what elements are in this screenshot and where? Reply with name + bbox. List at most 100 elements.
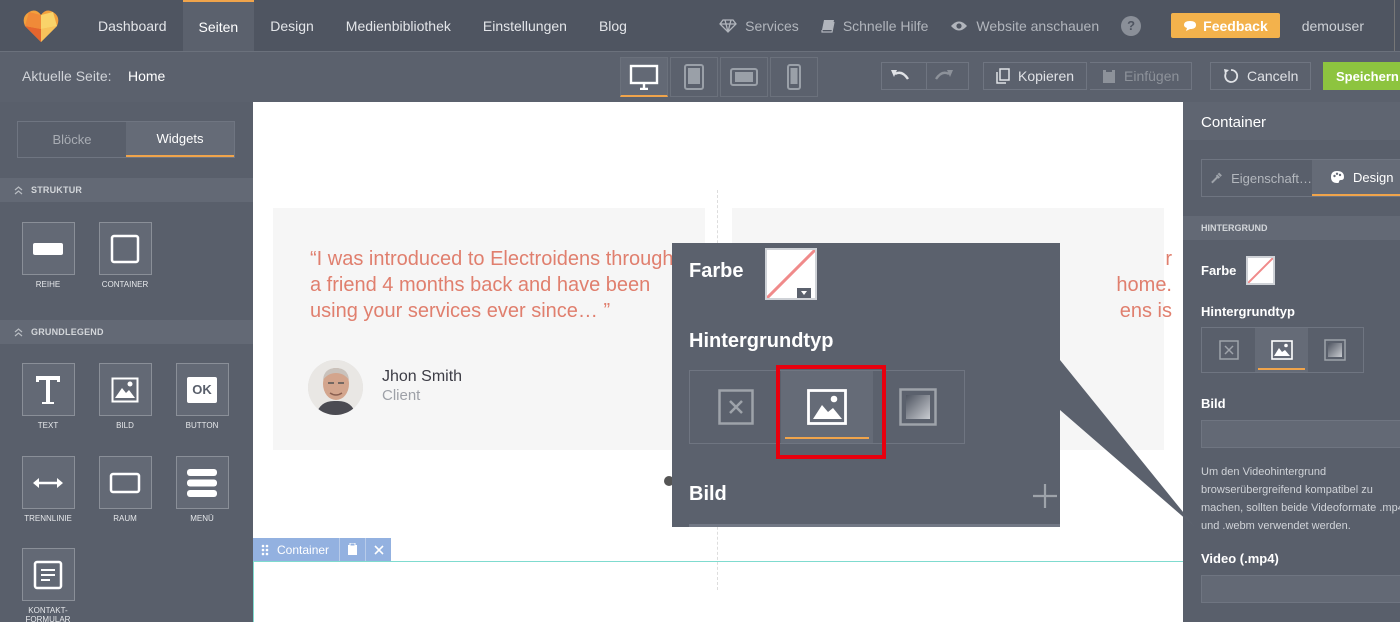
redo-button[interactable] xyxy=(926,62,969,90)
properties-tabs: Eigenschaft… Design xyxy=(1201,159,1400,197)
page-toolbar: Aktuelle Seite: Home Kopieren Einfügen C… xyxy=(0,51,1400,102)
eye-icon xyxy=(951,21,968,30)
nav-dashboard[interactable]: Dashboard xyxy=(82,0,183,51)
help-icon: ? xyxy=(1127,18,1136,33)
nav-blog[interactable]: Blog xyxy=(583,0,643,51)
quote-line: home. xyxy=(1116,274,1172,296)
nav-medienbibliothek[interactable]: Medienbibliothek xyxy=(330,0,467,51)
container-icon xyxy=(110,234,140,263)
paste-button[interactable]: Einfügen xyxy=(1090,62,1193,90)
zoom-bg-type-gradient-button[interactable] xyxy=(873,371,964,443)
video-hint-text: Um den Videohintergrund browserübergreif… xyxy=(1201,466,1400,532)
widget-bild[interactable]: BILD xyxy=(90,363,160,430)
topbar-divider xyxy=(1394,0,1400,51)
zoom-image-label: Bild xyxy=(689,483,727,505)
device-phone-button[interactable] xyxy=(770,57,818,97)
widget-box xyxy=(98,222,152,275)
testimonial-quote: “I was introduced to Electroidens throug… xyxy=(310,248,674,322)
container-delete-button[interactable] xyxy=(365,538,391,561)
zoom-bg-type-none-button[interactable] xyxy=(690,371,781,443)
add-icon[interactable] xyxy=(1032,483,1058,509)
divider-icon xyxy=(33,477,63,488)
cancel-label: Canceln xyxy=(1247,68,1299,84)
nav-label: Dashboard xyxy=(98,17,167,34)
widget-text[interactable]: TEXT xyxy=(13,363,83,430)
bg-type-none-button[interactable] xyxy=(1202,328,1255,372)
gradient-icon xyxy=(1323,339,1346,361)
background-type-selector xyxy=(1201,327,1364,373)
cancel-button[interactable]: Canceln xyxy=(1210,62,1312,90)
save-button[interactable]: Speichern xyxy=(1323,62,1400,90)
nav-design[interactable]: Design xyxy=(254,0,330,51)
testimonial-quote-partial: r home. ens is xyxy=(1052,246,1172,324)
menu-icon xyxy=(187,468,217,497)
widget-box xyxy=(21,548,75,601)
widget-kontaktformular[interactable]: KONTAKT-FORMULAR xyxy=(13,548,83,622)
palette-icon xyxy=(1331,171,1344,183)
device-tablet-landscape-button[interactable] xyxy=(720,57,768,97)
bg-type-image-button[interactable] xyxy=(1255,328,1308,372)
widget-label: BUTTON xyxy=(185,421,219,430)
desktop-icon xyxy=(629,64,659,90)
widget-container[interactable]: CONTAINER xyxy=(90,222,160,289)
undo-button[interactable] xyxy=(881,62,927,90)
widget-box xyxy=(175,456,229,509)
contact-form-icon xyxy=(33,560,63,589)
copy-button[interactable]: Kopieren xyxy=(983,62,1088,90)
section-title: HINTERGRUND xyxy=(1201,223,1268,233)
services-link[interactable]: Services xyxy=(719,18,799,34)
color-swatch[interactable] xyxy=(1246,256,1275,285)
collapse-icon xyxy=(14,185,23,194)
save-label: Speichern xyxy=(1336,68,1399,84)
device-desktop-button[interactable] xyxy=(620,57,668,97)
feedback-button[interactable]: Feedback xyxy=(1171,13,1280,38)
current-page-label: Aktuelle Seite: xyxy=(22,68,112,84)
bg-type-gradient-button[interactable] xyxy=(1308,328,1361,372)
testimonial-card[interactable]: “I was introduced to Electroidens throug… xyxy=(273,208,705,450)
tab-widgets[interactable]: Widgets xyxy=(126,122,234,157)
view-site-link[interactable]: Website anschauen xyxy=(950,18,1099,34)
left-panel: Blöcke Widgets STRUKTUR REIHE CONTAINER … xyxy=(0,102,253,622)
user-menu[interactable]: demouser xyxy=(1302,18,1364,34)
quick-help-link[interactable]: Schnelle Hilfe xyxy=(821,18,928,34)
no-color-icon xyxy=(767,250,815,298)
widget-button[interactable]: OK BUTTON xyxy=(167,363,237,430)
tab-design[interactable]: Design xyxy=(1312,160,1400,196)
testimonial-role: Client xyxy=(382,387,421,404)
image-input[interactable] xyxy=(1201,420,1400,448)
widget-raum[interactable]: RAUM xyxy=(90,456,160,523)
tab-eigenschaften[interactable]: Eigenschaft… xyxy=(1202,160,1312,196)
logo[interactable] xyxy=(0,0,82,51)
container-drag-handle[interactable]: Container xyxy=(253,538,339,561)
nav-einstellungen[interactable]: Einstellungen xyxy=(467,0,583,51)
current-page-name[interactable]: Home xyxy=(128,68,165,84)
nav-label: Einstellungen xyxy=(482,17,567,34)
row-icon xyxy=(33,242,63,255)
nav-label: Blog xyxy=(598,17,627,34)
widget-reihe[interactable]: REIHE xyxy=(13,222,83,289)
nav-seiten[interactable]: Seiten xyxy=(182,0,255,51)
section-grundlegend[interactable]: GRUNDLEGEND xyxy=(0,320,253,344)
section-struktur[interactable]: STRUKTUR xyxy=(0,178,253,202)
container-toolbar: Container xyxy=(253,538,392,561)
container-copy-button[interactable] xyxy=(339,538,365,561)
ok-badge: OK xyxy=(192,382,212,397)
widget-menue[interactable]: MENÜ xyxy=(167,456,237,523)
widget-box xyxy=(21,456,75,509)
help-button[interactable]: ? xyxy=(1121,15,1142,36)
widget-label: MENÜ xyxy=(190,514,214,523)
zoom-color-label: Farbe xyxy=(689,260,744,282)
tab-bloecke[interactable]: Blöcke xyxy=(18,122,126,157)
button-icon: OK xyxy=(187,376,217,403)
widget-trennlinie[interactable]: TRENNLINIE xyxy=(13,456,83,523)
nav-label: Medienbibliothek xyxy=(345,17,451,34)
tab-label: Eigenschaft… xyxy=(1231,170,1312,186)
diamond-icon xyxy=(719,18,737,33)
no-color-icon xyxy=(1248,258,1273,283)
zoom-color-swatch[interactable] xyxy=(765,248,817,300)
gradient-icon xyxy=(899,388,938,426)
video-mp4-input[interactable] xyxy=(1201,575,1400,603)
top-navigation-bar: Dashboard Seiten Design Medienbibliothek… xyxy=(0,0,1400,51)
device-tablet-button[interactable] xyxy=(670,57,718,97)
nav-label: Design xyxy=(270,17,314,34)
